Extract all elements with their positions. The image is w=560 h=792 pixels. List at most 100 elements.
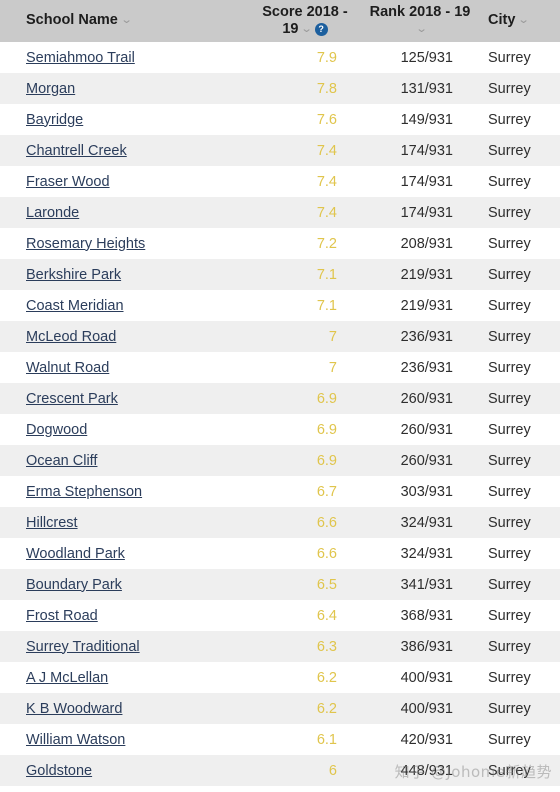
cell-city: Surrey [488,297,531,314]
cell-rank: 260/931 [400,452,453,469]
cell-rank: 219/931 [400,266,453,283]
school-name-link[interactable]: Laronde [26,205,79,221]
school-name-link[interactable]: Crescent Park [26,391,118,407]
cell-city: Surrey [488,762,531,779]
cell-school-name: Crescent Park [0,383,250,414]
school-name-link[interactable]: Fraser Wood [26,174,110,190]
school-name-link[interactable]: Bayridge [26,112,83,128]
column-header-rank[interactable]: Rank 2018 - 19 ⌄ [360,0,480,42]
cell-city: Surrey [488,142,531,159]
cell-city: Surrey [488,359,531,376]
school-name-link[interactable]: Ocean Cliff [26,453,97,469]
cell-city: Surrey [488,669,531,686]
table-row: Frost Road 6.4 368/931 Surrey [0,600,560,631]
school-name-link[interactable]: Dogwood [26,422,87,438]
cell-rank: 208/931 [400,235,453,252]
column-header-score[interactable]: Score 2018 - 19 ⌄? [250,0,360,42]
cell-city: Surrey [488,638,531,655]
cell-rank: 324/931 [400,514,453,531]
school-name-link[interactable]: McLeod Road [26,329,116,345]
table-row: Morgan 7.8 131/931 Surrey [0,73,560,104]
cell-city: Surrey [488,390,531,407]
cell-rank: 174/931 [400,142,453,159]
school-name-link[interactable]: Woodland Park [26,546,125,562]
school-name-link[interactable]: Surrey Traditional [26,639,140,655]
chevron-down-icon[interactable]: ⌄ [301,23,313,36]
cell-school-name: Goldstone [0,755,250,786]
help-icon[interactable]: ? [314,23,328,36]
cell-school-name: Berkshire Park [0,259,250,290]
column-header-school-name[interactable]: School Name ⌄ [0,0,250,42]
cell-school-name: Walnut Road [0,352,250,383]
school-name-link[interactable]: Semiahmoo Trail [26,50,135,66]
cell-score: 6.2 [316,669,337,686]
cell-school-name: McLeod Road [0,321,250,352]
cell-rank: 400/931 [400,700,453,717]
table-row: Goldstone 6 448/931 Surrey [0,755,560,786]
school-name-link[interactable]: Berkshire Park [26,267,121,283]
school-name-link[interactable]: A J McLellan [26,670,108,686]
cell-school-name: Coast Meridian [0,290,250,321]
cell-school-name: Fraser Wood [0,166,250,197]
cell-rank: 448/931 [400,762,453,779]
cell-score: 7.1 [316,297,337,314]
cell-score: 6.4 [316,607,337,624]
cell-rank: 303/931 [400,483,453,500]
school-name-link[interactable]: Morgan [26,81,75,97]
cell-city: Surrey [488,514,531,531]
table-row: Fraser Wood 7.4 174/931 Surrey [0,166,560,197]
cell-city: Surrey [488,700,531,717]
cell-rank: 324/931 [400,545,453,562]
table-row: Walnut Road 7 236/931 Surrey [0,352,560,383]
school-name-link[interactable]: Coast Meridian [26,298,124,314]
school-name-link[interactable]: K B Woodward [26,701,122,717]
cell-score: 7.4 [316,173,337,190]
cell-school-name: A J McLellan [0,662,250,693]
column-header-city[interactable]: City ⌄ [480,0,560,42]
cell-score: 6.6 [316,545,337,562]
cell-score: 7.4 [316,204,337,221]
cell-city: Surrey [488,328,531,345]
cell-score: 6.1 [316,731,337,748]
table-row: Hillcrest 6.6 324/931 Surrey [0,507,560,538]
table-row: Surrey Traditional 6.3 386/931 Surrey [0,631,560,662]
cell-score: 7.4 [316,142,337,159]
cell-school-name: Bayridge [0,104,250,135]
table-row: Dogwood 6.9 260/931 Surrey [0,414,560,445]
cell-school-name: Semiahmoo Trail [0,42,250,73]
table-row: Laronde 7.4 174/931 Surrey [0,197,560,228]
table-row: Erma Stephenson 6.7 303/931 Surrey [0,476,560,507]
table-row: Ocean Cliff 6.9 260/931 Surrey [0,445,560,476]
chevron-down-icon[interactable]: ⌄ [120,14,132,27]
school-name-link[interactable]: Rosemary Heights [26,236,145,252]
school-name-link[interactable]: Hillcrest [26,515,78,531]
cell-city: Surrey [488,80,531,97]
school-name-link[interactable]: Goldstone [26,763,92,779]
table-row: Crescent Park 6.9 260/931 Surrey [0,383,560,414]
cell-score: 7 [328,359,337,376]
cell-city: Surrey [488,49,531,66]
cell-score: 6.7 [316,483,337,500]
cell-school-name: K B Woodward [0,693,250,724]
chevron-down-icon[interactable]: ⌄ [416,23,428,36]
school-name-link[interactable]: Boundary Park [26,577,122,593]
cell-school-name: Chantrell Creek [0,135,250,166]
table-row: William Watson 6.1 420/931 Surrey [0,724,560,755]
school-name-link[interactable]: Walnut Road [26,360,109,376]
chevron-down-icon[interactable]: ⌄ [518,14,530,27]
cell-school-name: Frost Road [0,600,250,631]
table-row: Boundary Park 6.5 341/931 Surrey [0,569,560,600]
school-name-link[interactable]: Chantrell Creek [26,143,127,159]
school-name-link[interactable]: Erma Stephenson [26,484,142,500]
cell-school-name: Laronde [0,197,250,228]
cell-score: 7.2 [316,235,337,252]
school-name-link[interactable]: Frost Road [26,608,98,624]
table-row: K B Woodward 6.2 400/931 Surrey [0,693,560,724]
cell-rank: 125/931 [400,49,453,66]
column-header-city-label: City [488,12,516,29]
school-ranking-table-container: School Name ⌄ Score 2018 - 19 ⌄? Rank 2018… [0,0,560,792]
table-row: Chantrell Creek 7.4 174/931 Surrey [0,135,560,166]
cell-rank: 386/931 [400,638,453,655]
cell-rank: 236/931 [400,359,453,376]
school-name-link[interactable]: William Watson [26,732,125,748]
